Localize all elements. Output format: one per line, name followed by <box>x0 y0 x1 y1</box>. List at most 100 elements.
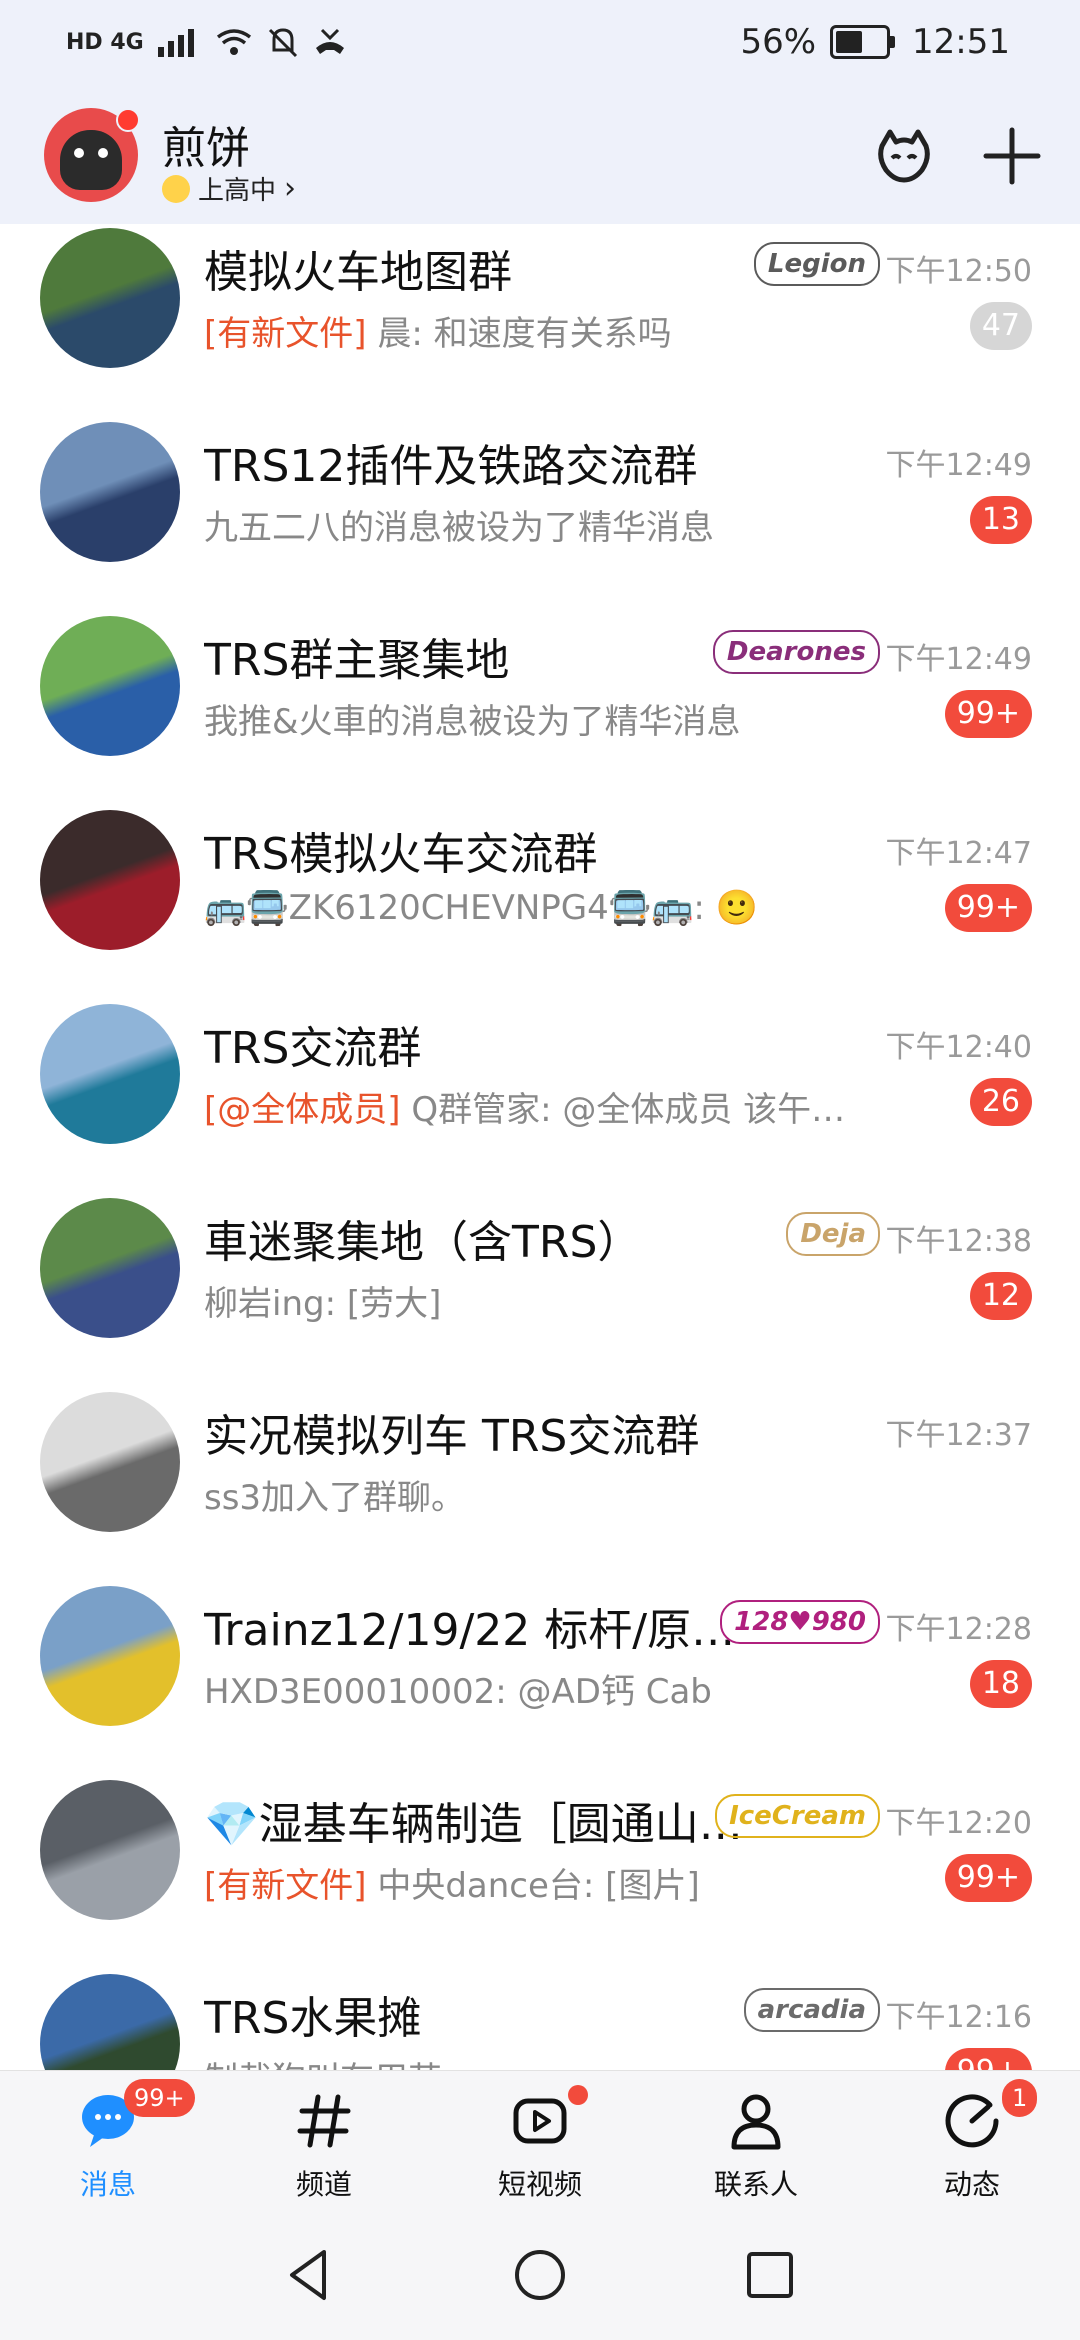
unread-badge: 26 <box>969 1078 1032 1126</box>
chat-preview: 九五二八的消息被设为了精华消息 <box>204 500 714 549</box>
preview-text: 晨: 和速度有关系吗 <box>366 314 672 354</box>
chat-list[interactable]: 模拟火车地图群 [有新文件] 晨: 和速度有关系吗 下午12:50 Legion 47 T… <box>0 224 1080 2070</box>
tab-label: 动态 <box>943 2168 1000 2201</box>
moments-icon <box>942 2091 1002 2151</box>
tab-video[interactable]: 短视频 <box>432 2071 648 2211</box>
unread-badge: 99+ <box>944 2048 1032 2070</box>
wifi-icon <box>216 29 251 55</box>
chat-row[interactable]: 实况模拟列车 TRS交流群 ss3加入了群聊。 下午12:37 <box>0 1382 1080 1576</box>
group-tag-badge: Deja <box>786 1212 880 1256</box>
mute-bell-icon <box>268 28 297 58</box>
contacts-icon <box>726 2091 786 2151</box>
tab-message[interactable]: 消息 99+ <box>0 2071 216 2211</box>
preview-text: 柳岩ing: [劳大] <box>204 1284 442 1324</box>
chat-preview: 制裁狗叫有用苦… <box>204 2052 476 2070</box>
battery-icon <box>830 25 896 59</box>
tab-hashtag[interactable]: 频道 <box>216 2071 432 2211</box>
group-avatar[interactable] <box>40 228 180 368</box>
home-icon[interactable] <box>505 2240 575 2310</box>
tab-moments[interactable]: 动态 1 <box>864 2071 1080 2211</box>
chat-preview: 柳岩ing: [劳大] <box>204 1276 441 1325</box>
chat-preview: [有新文件] 中央dance台: [图片] <box>204 1858 700 1907</box>
chat-title: 实况模拟列车 TRS交流群 <box>204 1411 700 1462</box>
user-nickname[interactable]: 煎饼 <box>162 112 250 176</box>
preview-text: ss3加入了群聊。 <box>204 1478 466 1518</box>
tab-new-dot <box>568 2085 588 2105</box>
preview-highlight: [有新文件] <box>204 1866 367 1906</box>
chat-time: 下午12:40 <box>885 1030 1032 1065</box>
chat-preview: ss3加入了群聊。 <box>204 1470 465 1519</box>
status-icons-left: HD 4G <box>66 26 348 58</box>
chat-row[interactable]: TRS水果摊制裁狗叫有用苦… 下午12:16arcadia 99+ <box>0 1964 1080 2070</box>
chat-time: 下午12:50 <box>885 254 1032 289</box>
status-bar: HD 4G 56% 12:51 <box>0 0 1080 92</box>
chat-time: 下午12:38 <box>885 1224 1032 1259</box>
chat-title: TRS群主聚集地 <box>204 635 510 686</box>
back-icon[interactable] <box>274 2240 344 2310</box>
unread-badge: 99+ <box>944 1854 1032 1902</box>
chat-title: Trainz12/19/22 标杆/原… <box>204 1605 736 1656</box>
chat-title: TRS模拟火车交流群 <box>204 829 598 880</box>
unread-badge: 99+ <box>944 690 1032 738</box>
group-tag-badge: 128♥980 <box>720 1600 880 1644</box>
chevron-right-icon: › <box>284 171 297 206</box>
pet-icon[interactable] <box>872 124 936 188</box>
preview-text: 制裁狗叫有用苦… <box>204 2060 476 2070</box>
tab-contacts[interactable]: 联系人 <box>648 2071 864 2211</box>
unread-badge: 18 <box>969 1660 1032 1708</box>
chat-row[interactable]: 💎湿基车辆制造［圆通山…💎 [有新文件] 中央dance台: [图片] 下午12:2… <box>0 1770 1080 1964</box>
chat-time: 下午12:49 <box>885 448 1032 483</box>
chat-title: 模拟火车地图群 <box>204 247 512 298</box>
chat-title: TRS水果摊 <box>204 1993 422 2044</box>
preview-highlight: [@全体成员] <box>204 1090 401 1130</box>
chat-title: TRS12插件及铁路交流群 <box>204 441 698 492</box>
add-icon[interactable] <box>980 124 1044 188</box>
group-avatar[interactable] <box>40 1004 180 1144</box>
battery-percent: 56% <box>740 22 817 62</box>
tab-badge: 99+ <box>124 2079 195 2117</box>
chat-time: 下午12:16 <box>885 2000 1032 2035</box>
chat-preview: [有新文件] 晨: 和速度有关系吗 <box>204 306 672 355</box>
preview-text: 🚌🚍ZK6120CHEVNPG4🚍🚌: 🙂 <box>204 888 759 928</box>
unread-badge: 47 <box>969 302 1032 350</box>
video-icon <box>510 2091 570 2151</box>
chat-preview: 🚌🚍ZK6120CHEVNPG4🚍🚌: 🙂 <box>204 888 758 928</box>
chat-time: 下午12:37 <box>885 1418 1032 1453</box>
group-avatar[interactable] <box>40 422 180 562</box>
group-avatar[interactable] <box>40 1974 180 2070</box>
group-tag-badge: IceCream <box>715 1794 880 1838</box>
network-label: HD 4G <box>66 29 144 55</box>
tab-label: 频道 <box>295 2168 352 2201</box>
chat-preview: [@全体成员] Q群管家: @全体成员 该午… <box>204 1082 845 1131</box>
tab-label: 联系人 <box>713 2168 798 2201</box>
group-avatar[interactable] <box>40 1392 180 1532</box>
chat-row[interactable]: 車迷聚集地（含TRS） 柳岩ing: [劳大] 下午12:38 Deja 12 <box>0 1188 1080 1382</box>
group-avatar[interactable] <box>40 1780 180 1920</box>
hashtag-icon <box>294 2091 354 2151</box>
group-avatar[interactable] <box>40 1586 180 1726</box>
preview-highlight: [有新文件] <box>204 314 367 354</box>
signal-icon <box>157 29 194 57</box>
group-avatar[interactable] <box>40 810 180 950</box>
chat-row[interactable]: TRS模拟火车交流群 🚌🚍ZK6120CHEVNPG4🚍🚌: 🙂 下午12:47 99… <box>0 800 1080 994</box>
chat-row[interactable]: TRS12插件及铁路交流群 九五二八的消息被设为了精华消息 下午12:49 13 <box>0 412 1080 606</box>
chat-row[interactable]: 模拟火车地图群 [有新文件] 晨: 和速度有关系吗 下午12:50 Legion 47 <box>0 224 1080 412</box>
chat-row[interactable]: Trainz12/19/22 标杆/原… HXD3E00010002: @AD钙 … <box>0 1576 1080 1770</box>
group-tag-badge: Legion <box>753 242 880 286</box>
chat-title: 車迷聚集地（含TRS） <box>204 1217 642 1268</box>
status-emoji-icon <box>162 174 190 203</box>
missed-call-icon <box>315 28 344 54</box>
recents-icon[interactable] <box>735 2240 805 2310</box>
chat-title: 💎湿基车辆制造［圆通山…💎 <box>204 1799 764 1850</box>
chat-row[interactable]: TRS交流群 [@全体成员] Q群管家: @全体成员 该午… 下午12:40 26 <box>0 994 1080 1188</box>
preview-text: HXD3E00010002: @AD钙 Cab <box>204 1672 712 1712</box>
preview-text: 我推&火車的消息被设为了精华消息 <box>204 702 741 742</box>
group-avatar[interactable] <box>40 1198 180 1338</box>
unread-badge: 13 <box>969 496 1032 544</box>
avatar-notification-dot <box>116 108 140 132</box>
group-avatar[interactable] <box>40 616 180 756</box>
preview-text: Q群管家: @全体成员 该午… <box>400 1090 846 1130</box>
system-nav-bar <box>0 2210 1080 2340</box>
user-status[interactable]: 上高中 › <box>162 170 296 207</box>
chat-row[interactable]: TRS群主聚集地 我推&火車的消息被设为了精华消息 下午12:49 Dearones 9… <box>0 606 1080 800</box>
